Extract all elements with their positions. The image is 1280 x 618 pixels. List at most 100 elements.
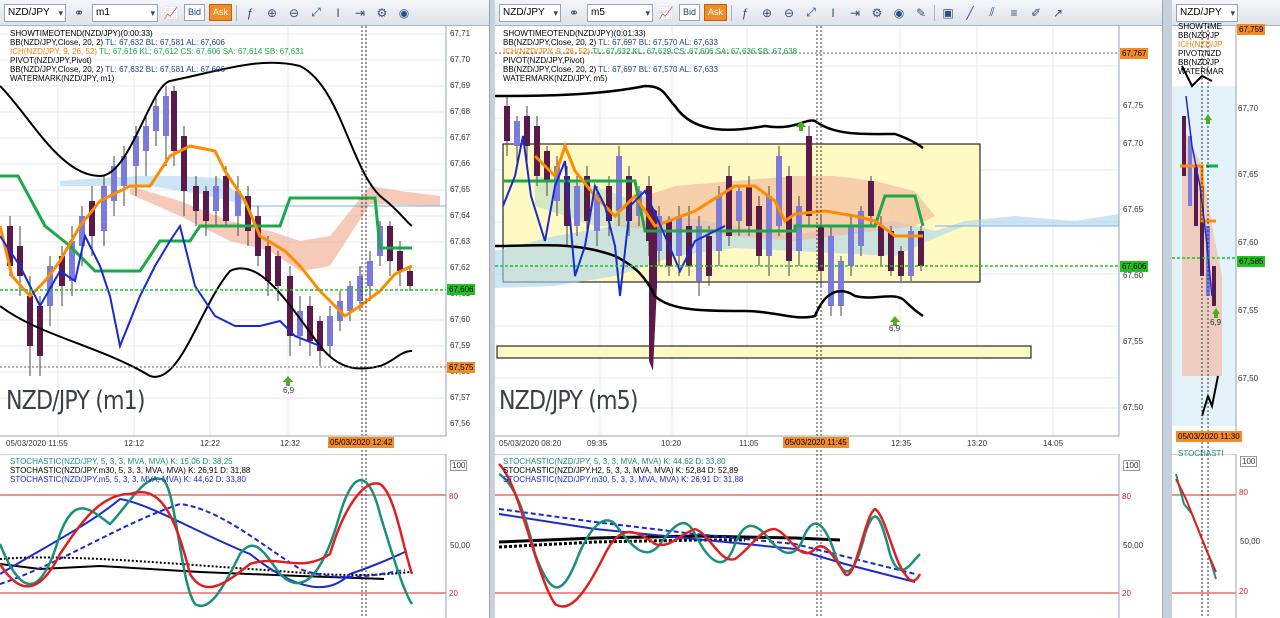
indicator-label: WATERMARK(NZD/JPY, m5)	[503, 74, 608, 83]
indicator-label: ICH(NZD/JPY, 9, 26, 52) TL: 67,632 KL: 6…	[503, 47, 798, 56]
stochastic-chart[interactable]	[1172, 454, 1280, 618]
indicator-label: PIVOT(NZD	[1178, 49, 1222, 58]
x-tick: 12:12	[124, 439, 145, 448]
chart-pane-narrow[interactable]: NZD/JPY SHOWTIME BB(NZD/JP ICH(NZD/JP PI…	[1172, 0, 1280, 618]
y-tick: 67,56	[450, 419, 471, 428]
y-axis[interactable]: 67,70 67,65 67,60 67,55 67,50	[1238, 26, 1280, 436]
chart-pane-m1[interactable]: NZD/JPY ⚭ m1 📈 Bid Ask ƒ ⊕ ⊖ ⤢ I ⇥ ⚙ ◉	[0, 0, 490, 618]
globe-icon[interactable]: ◉	[890, 4, 908, 22]
price-tag: 67,606	[1120, 261, 1149, 272]
line-tool-icon[interactable]: ╱	[961, 4, 979, 22]
cursor-time-tag: 05/03/2020 12:42	[328, 437, 395, 448]
settings-icon[interactable]: ⚙	[868, 4, 886, 22]
x-tick: 12:22	[200, 439, 221, 448]
x-tick: 14:05	[1043, 439, 1064, 448]
image-icon[interactable]: ▣	[939, 4, 957, 22]
fit-icon[interactable]: ⤢	[307, 4, 325, 22]
indicator-label: BB(NZD/JPY,Close, 20, 2) TL: 67,632 BL: …	[10, 65, 225, 74]
stoch-tick: 100	[1240, 456, 1258, 467]
y-tick: 67,67	[450, 133, 471, 142]
separator	[934, 4, 936, 21]
chart-pane-m5[interactable]: NZD/JPY ⚭ m5 📈 Bid Ask ƒ ⊕ ⊖ ⤢ I ⇥ ⚙ ◉ ✎…	[495, 0, 1163, 618]
bid-button[interactable]: Bid	[679, 4, 701, 21]
y-tick: 67,60	[1238, 238, 1259, 247]
y-tick: 67,66	[450, 159, 471, 168]
y-tick: 67,70	[1123, 139, 1144, 148]
y-axis[interactable]: 67,75 67,70 67,65 67,60 67,55 67,50	[1123, 26, 1162, 436]
indicators-icon[interactable]: ƒ	[736, 4, 754, 22]
ask-button[interactable]: Ask	[209, 4, 233, 21]
chart-type-icon[interactable]: 📈	[657, 4, 675, 22]
stoch-label: STOCHASTIC(NZD/JPY.m30, 5, 3, 3, MVA, MV…	[10, 466, 251, 475]
y-tick: 67,68	[450, 107, 471, 116]
y-tick: 67,59	[450, 341, 471, 350]
symbol-select[interactable]: NZD/JPY	[4, 3, 66, 22]
indicator-label: ICH(NZD/JP	[1178, 40, 1223, 49]
timeframe-select[interactable]: m1	[92, 3, 158, 22]
y-tick: 67,50	[1238, 374, 1259, 383]
y-axis[interactable]: 67,71 67,70 67,69 67,68 67,67 67,66 67,6…	[450, 26, 489, 436]
y-tick: 67,55	[1123, 337, 1144, 346]
indicators-icon[interactable]: ƒ	[241, 4, 259, 22]
price-tag: 67,585	[1237, 256, 1266, 267]
separator	[236, 4, 238, 21]
x-tick: 10:20	[661, 439, 682, 448]
pencil-icon[interactable]: ✎	[912, 4, 930, 22]
zoom-out-icon[interactable]: ⊖	[780, 4, 798, 22]
indicator-label: BB(NZD/JP	[1178, 58, 1220, 67]
bid-button[interactable]: Bid	[184, 4, 206, 21]
y-tick: 67,55	[1238, 306, 1259, 315]
indicator-label: WATERMAR	[1178, 67, 1224, 76]
low-price-tag: 67,575	[447, 362, 476, 373]
y-tick: 67,64	[450, 211, 471, 220]
stoch-label: STOCHASTIC(NZD/JPY.H2, 5, 3, 3, MVA, MVA…	[503, 466, 739, 475]
stoch-label: STOCHASTIC(NZD/JPY, 5, 3, 3, MVA, MVA) K…	[503, 457, 726, 466]
indicator-label: BB(NZD/JP	[1178, 31, 1220, 40]
x-tick: 13:20	[967, 439, 988, 448]
globe-icon[interactable]: ◉	[395, 4, 413, 22]
scroll-icon[interactable]: ⇥	[351, 4, 369, 22]
ask-button[interactable]: Ask	[704, 4, 728, 21]
stoch-label: STOCHASTI	[1178, 449, 1224, 458]
stoch-tick: 20	[449, 589, 458, 598]
zoom-out-icon[interactable]: ⊖	[285, 4, 303, 22]
settings-icon[interactable]: ⚙	[373, 4, 391, 22]
chart-type-icon[interactable]: 📈	[162, 4, 180, 22]
zoom-in-icon[interactable]: ⊕	[263, 4, 281, 22]
stoch-label: STOCHASTIC(NZD/JPY, 5, 3, 3, MVA, MVA) K…	[10, 457, 233, 466]
fib-tool-icon[interactable]: ⫽	[983, 4, 1001, 22]
selection-bar	[496, 345, 1032, 359]
x-tick: 11:05	[739, 439, 759, 448]
stoch-tick: 20	[1239, 587, 1248, 596]
x-tick: 05/03/2020 08:20	[499, 439, 562, 448]
hline-tool-icon[interactable]: ≡	[1005, 4, 1023, 22]
timeframe-select[interactable]: m5	[587, 3, 653, 22]
symbol-select[interactable]: NZD/JPY	[499, 3, 561, 22]
cursor-icon[interactable]: I	[824, 4, 842, 22]
link-icon[interactable]: ⚭	[565, 4, 583, 22]
price-tag: 67,606	[447, 284, 476, 295]
zoom-in-icon[interactable]: ⊕	[758, 4, 776, 22]
y-tick: 67,62	[450, 263, 471, 272]
arrow-label: 6,9	[283, 386, 295, 395]
y-tick: 67,60	[1123, 271, 1144, 280]
trend-tool-icon[interactable]: ↗	[1049, 4, 1067, 22]
scroll-icon[interactable]: ⇥	[846, 4, 864, 22]
y-tick: 67,75	[1123, 101, 1144, 110]
symbol-select[interactable]: NZD/JPY	[1176, 3, 1238, 22]
y-tick: 67,70	[450, 55, 471, 64]
y-tick: 67,63	[450, 237, 471, 246]
chart-toolbar: NZD/JPY ⚭ m5 📈 Bid Ask ƒ ⊕ ⊖ ⤢ I ⇥ ⚙ ◉ ✎…	[495, 0, 1162, 26]
x-tick: 09:35	[587, 439, 608, 448]
link-icon[interactable]: ⚭	[70, 4, 88, 22]
draw-tool-icon[interactable]: ✐	[1027, 4, 1045, 22]
y-tick: 67,71	[450, 29, 471, 38]
y-tick: 67,50	[1123, 403, 1144, 412]
indicator-label: BB(NZD/JPY,Close, 20, 2) TL: 67,632 BL: …	[10, 38, 225, 47]
y-tick: 67,65	[1238, 170, 1259, 179]
fit-icon[interactable]: ⤢	[802, 4, 820, 22]
stoch-tick: 100	[1123, 460, 1141, 471]
watermark: NZD/JPY (m1)	[6, 386, 146, 416]
stoch-tick: 50,00	[450, 541, 471, 550]
cursor-icon[interactable]: I	[329, 4, 347, 22]
